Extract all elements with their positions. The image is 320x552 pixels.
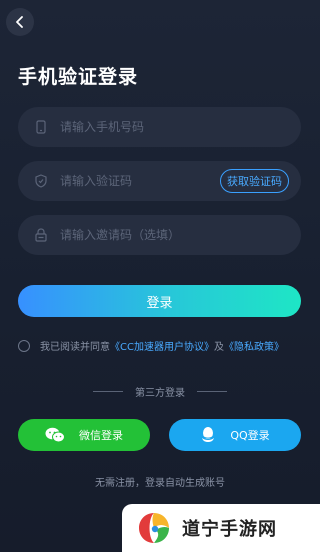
lock-icon bbox=[34, 228, 48, 242]
watermark-badge: 道宁手游网 bbox=[122, 504, 320, 552]
agree-checkbox[interactable] bbox=[18, 339, 30, 352]
privacy-policy-link[interactable]: 《隐私政策》 bbox=[224, 338, 284, 353]
page-title: 手机验证登录 bbox=[18, 66, 139, 88]
code-field[interactable]: 获取验证码 bbox=[18, 161, 301, 201]
phone-field[interactable] bbox=[18, 107, 301, 147]
phone-icon bbox=[34, 120, 48, 134]
agreement-row: 我已阅读并同意 《CC加速器用户协议》 及 《隐私政策》 bbox=[18, 338, 284, 353]
phone-input[interactable] bbox=[60, 120, 210, 134]
wechat-icon bbox=[45, 427, 65, 443]
shield-icon bbox=[34, 174, 48, 188]
wechat-login-button[interactable]: 微信登录 bbox=[18, 419, 150, 451]
auto-register-hint: 无需注册，登录自动生成账号 bbox=[95, 478, 225, 489]
chevron-left-icon bbox=[16, 16, 23, 28]
third-party-title: 第三方登录 bbox=[135, 388, 185, 399]
code-input[interactable] bbox=[60, 174, 210, 188]
agreement-prefix: 我已阅读并同意 bbox=[40, 342, 110, 353]
divider-line-left bbox=[93, 391, 123, 392]
login-button[interactable]: 登录 bbox=[18, 285, 301, 317]
qq-login-label: QQ登录 bbox=[230, 429, 270, 442]
qq-penguin-icon bbox=[200, 426, 216, 444]
divider-line-right bbox=[197, 391, 227, 392]
watermark-text: 道宁手游网 bbox=[182, 519, 277, 540]
site-logo-icon bbox=[139, 513, 169, 543]
back-button[interactable] bbox=[6, 8, 34, 36]
user-agreement-link[interactable]: 《CC加速器用户协议》 bbox=[110, 338, 214, 353]
third-party-divider: 第三方登录 bbox=[0, 384, 320, 399]
invite-input[interactable] bbox=[60, 228, 210, 242]
wechat-login-label: 微信登录 bbox=[79, 429, 123, 442]
invite-field[interactable] bbox=[18, 215, 301, 255]
agreement-and: 及 bbox=[213, 342, 224, 353]
get-code-button[interactable]: 获取验证码 bbox=[220, 169, 289, 193]
qq-login-button[interactable]: QQ登录 bbox=[169, 419, 301, 451]
